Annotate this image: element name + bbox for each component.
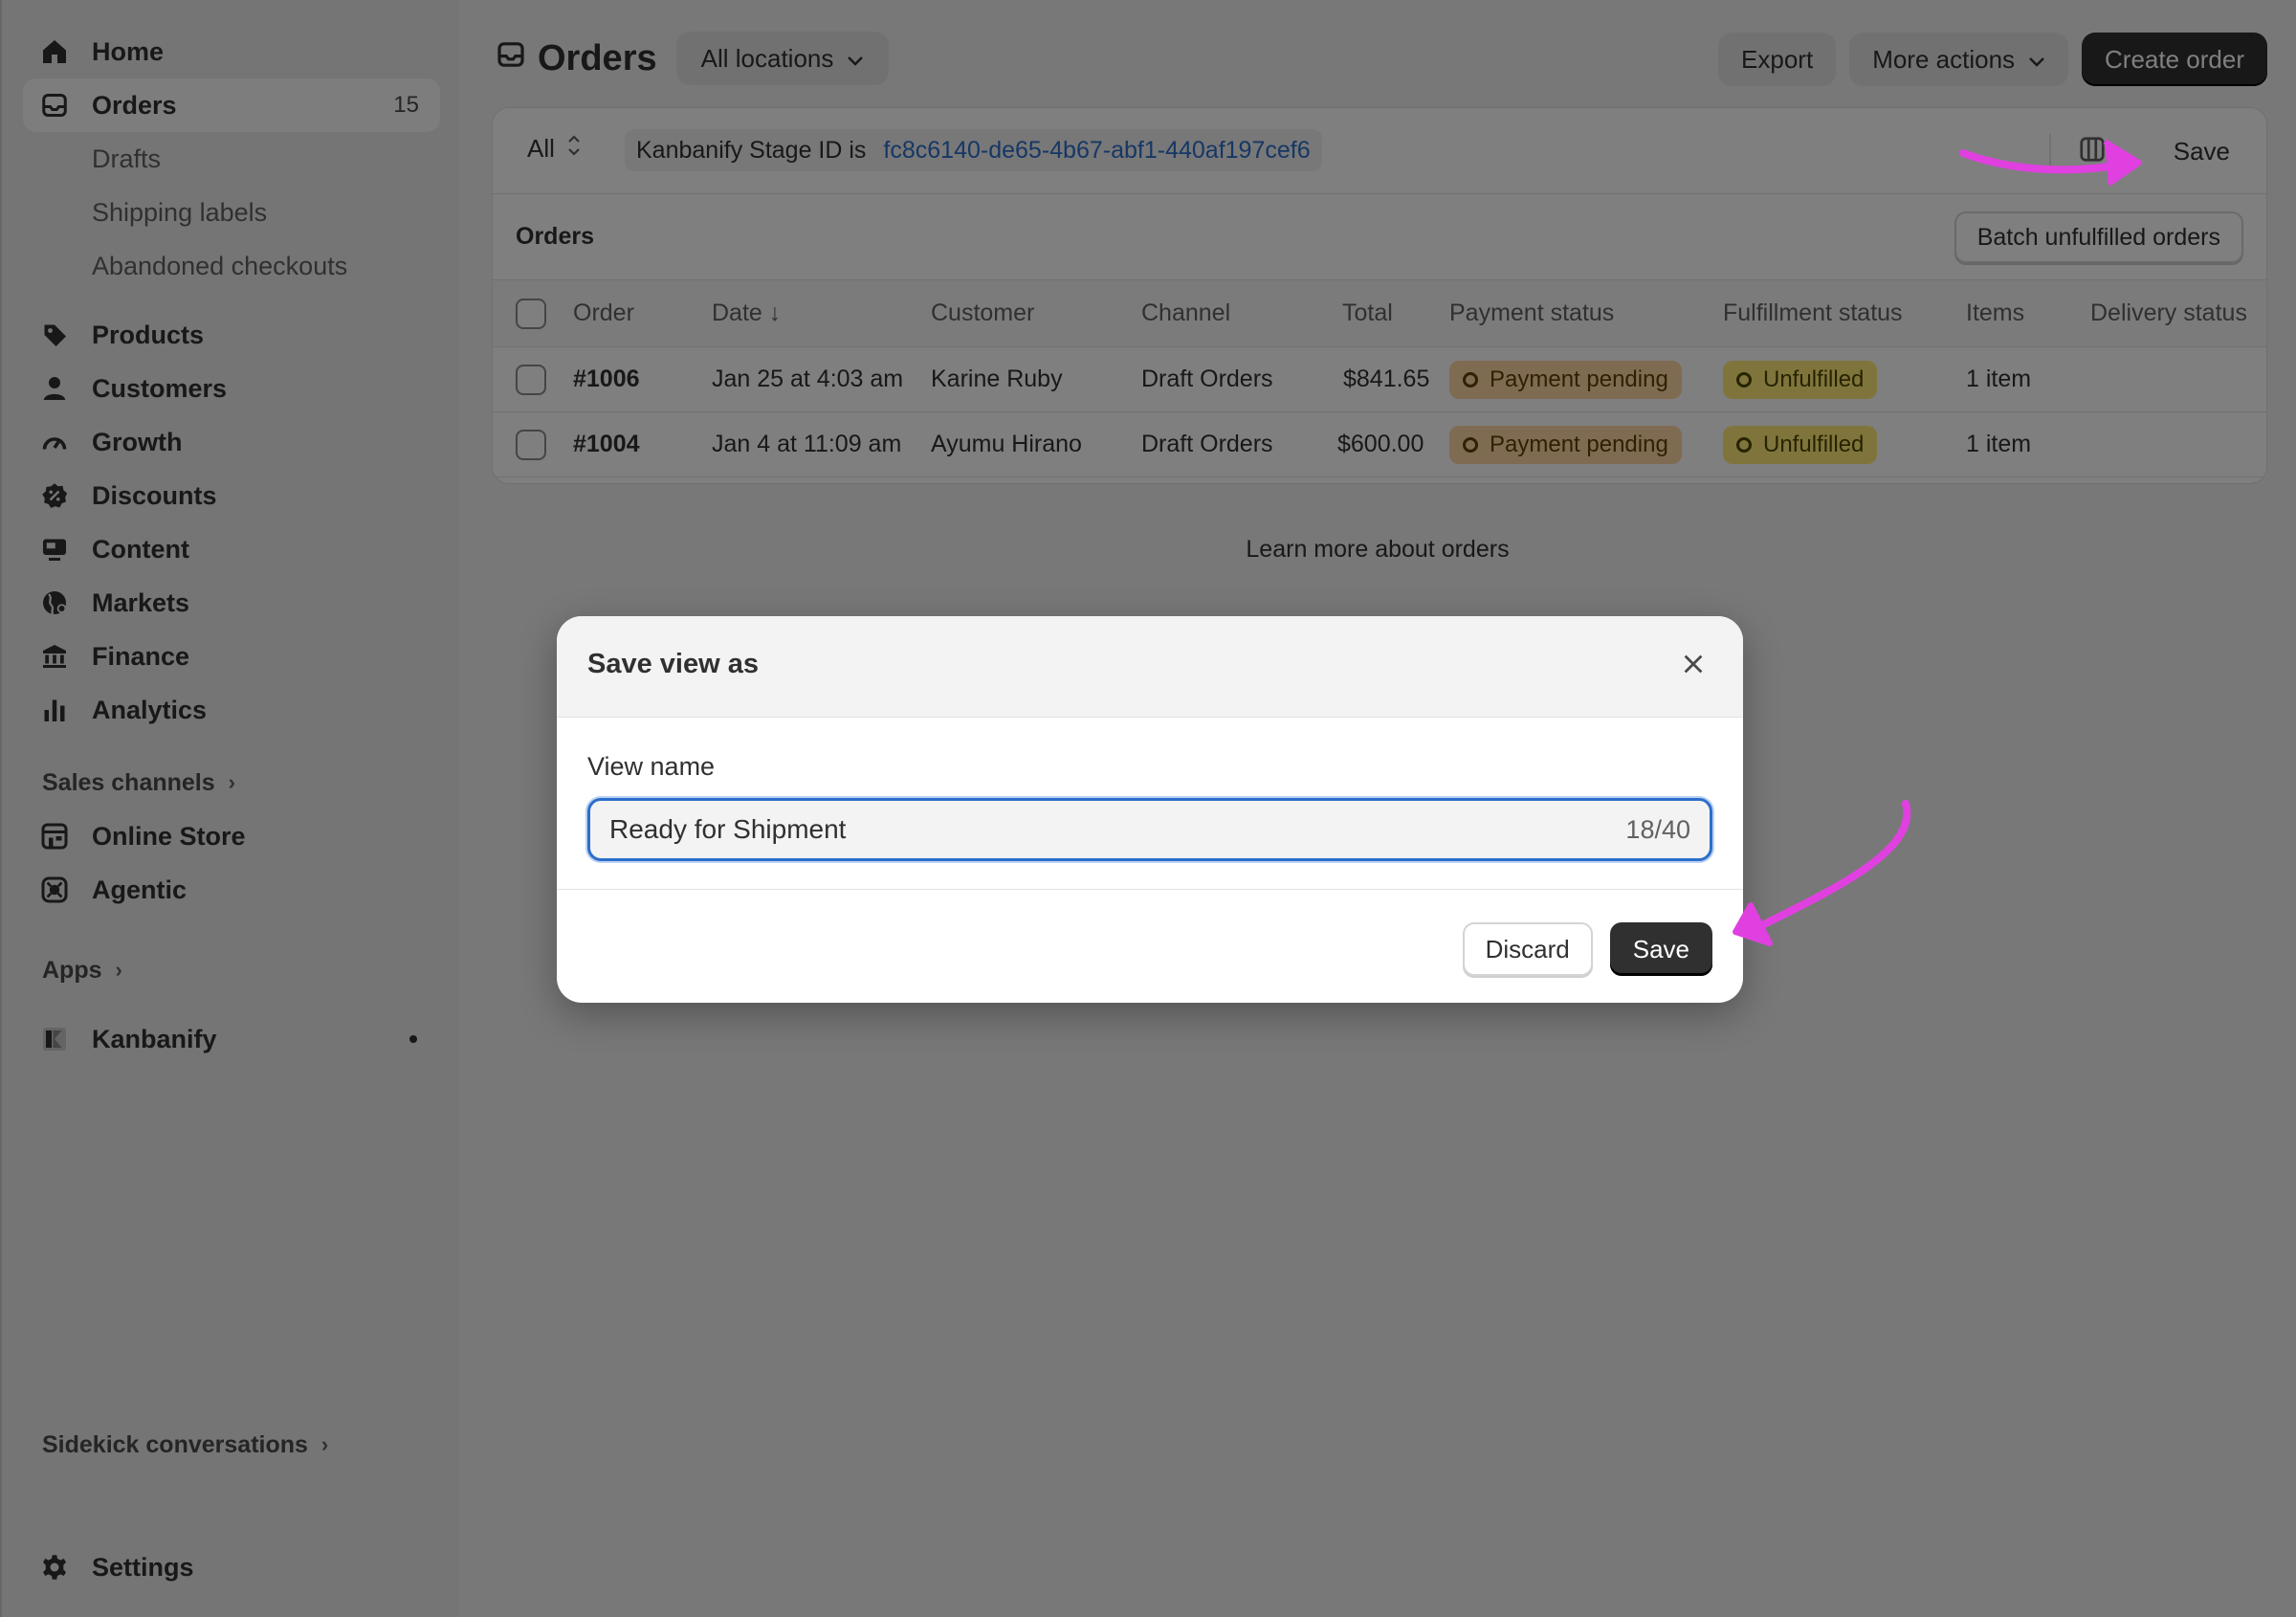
character-count: 18/40	[1625, 814, 1690, 844]
close-button[interactable]	[1674, 647, 1712, 685]
modal-footer: Discard Save	[557, 890, 1743, 1003]
save-button[interactable]: Save	[1609, 922, 1712, 976]
close-icon	[1680, 651, 1707, 682]
modal-actions: Discard Save	[1462, 922, 1712, 976]
modal-title: Save view as	[587, 649, 759, 679]
discard-button[interactable]: Discard	[1462, 922, 1593, 976]
modal-header: Save view as	[557, 616, 1743, 718]
modal-body: View name 18/40	[557, 718, 1743, 890]
view-name-label: View name	[587, 752, 716, 781]
save-view-modal: Save view as View name 18/40 Discard Sav…	[557, 616, 1743, 1003]
view-name-input[interactable]	[609, 801, 1566, 858]
view-name-field-wrapper: 18/40	[587, 798, 1712, 861]
